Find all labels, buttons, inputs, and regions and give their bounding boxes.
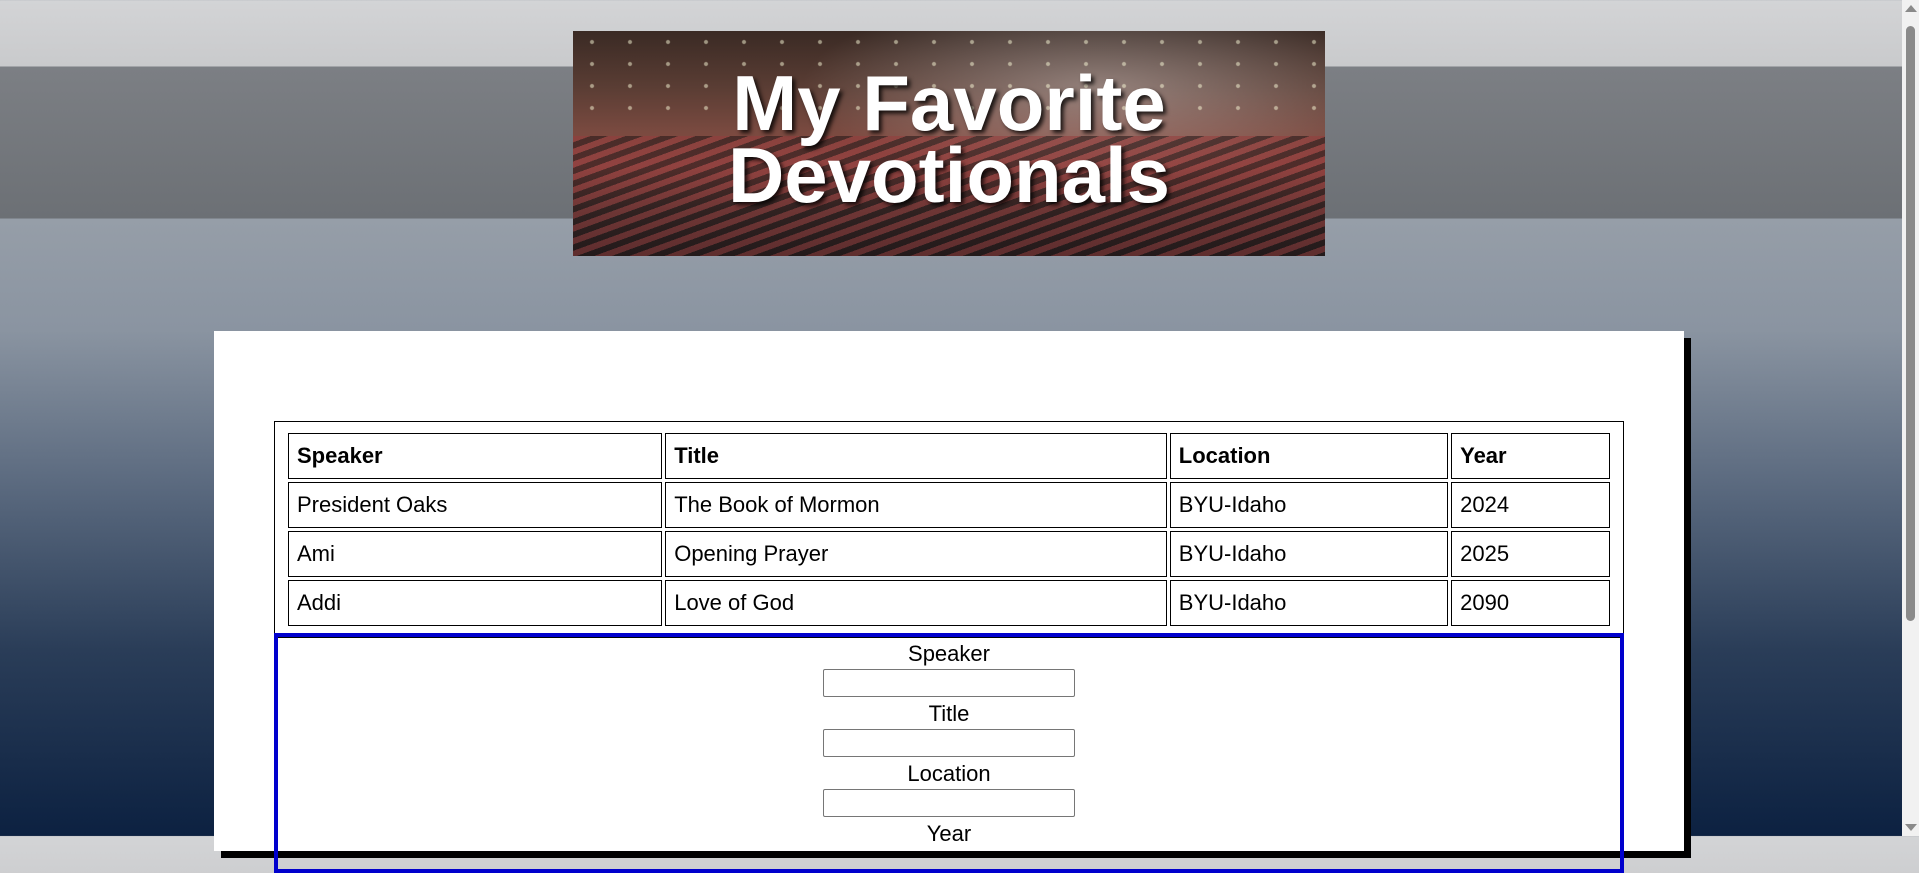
- add-devotional-form: Speaker Title Location Year: [274, 633, 1624, 873]
- location-input[interactable]: [823, 789, 1075, 817]
- page-title-line1: My Favorite: [732, 59, 1166, 147]
- devotionals-table: Speaker Title Location Year President Oa…: [285, 430, 1613, 629]
- cell-location: BYU-Idaho: [1169, 580, 1449, 626]
- cell-title: Love of God: [665, 580, 1167, 626]
- vertical-scrollbar[interactable]: [1902, 0, 1919, 836]
- devotionals-table-container: Speaker Title Location Year President Oa…: [274, 421, 1624, 638]
- column-header-title: Title: [665, 433, 1167, 479]
- cell-location: BYU-Idaho: [1169, 482, 1449, 528]
- column-header-speaker: Speaker: [288, 433, 663, 479]
- cell-year: 2024: [1451, 482, 1610, 528]
- cell-title: The Book of Mormon: [665, 482, 1167, 528]
- column-header-year: Year: [1451, 433, 1610, 479]
- year-label: Year: [926, 821, 972, 846]
- header-banner: My Favorite Devotionals: [573, 31, 1325, 256]
- speaker-label: Speaker: [908, 641, 990, 666]
- location-label: Location: [907, 761, 991, 786]
- title-label: Title: [928, 701, 970, 726]
- cell-title: Opening Prayer: [665, 531, 1167, 577]
- content-card: Speaker Title Location Year President Oa…: [214, 331, 1684, 873]
- scrollbar-thumb[interactable]: [1906, 26, 1915, 621]
- speaker-input[interactable]: [823, 669, 1075, 697]
- cell-year: 2025: [1451, 531, 1610, 577]
- cell-location: BYU-Idaho: [1169, 531, 1449, 577]
- title-input[interactable]: [823, 729, 1075, 757]
- cell-year: 2090: [1451, 580, 1610, 626]
- scroll-up-arrow-icon[interactable]: [1905, 5, 1917, 12]
- page-title-line2: Devotionals: [727, 131, 1171, 219]
- cell-speaker: President Oaks: [288, 482, 663, 528]
- page-title: My Favorite Devotionals: [573, 59, 1325, 219]
- scroll-down-arrow-icon[interactable]: [1905, 824, 1917, 831]
- cell-speaker: Ami: [288, 531, 663, 577]
- table-header-row: Speaker Title Location Year: [288, 433, 1610, 479]
- column-header-location: Location: [1169, 433, 1449, 479]
- table-row: Addi Love of God BYU-Idaho 2090: [288, 580, 1610, 626]
- table-row: President Oaks The Book of Mormon BYU-Id…: [288, 482, 1610, 528]
- cell-speaker: Addi: [288, 580, 663, 626]
- table-row: Ami Opening Prayer BYU-Idaho 2025: [288, 531, 1610, 577]
